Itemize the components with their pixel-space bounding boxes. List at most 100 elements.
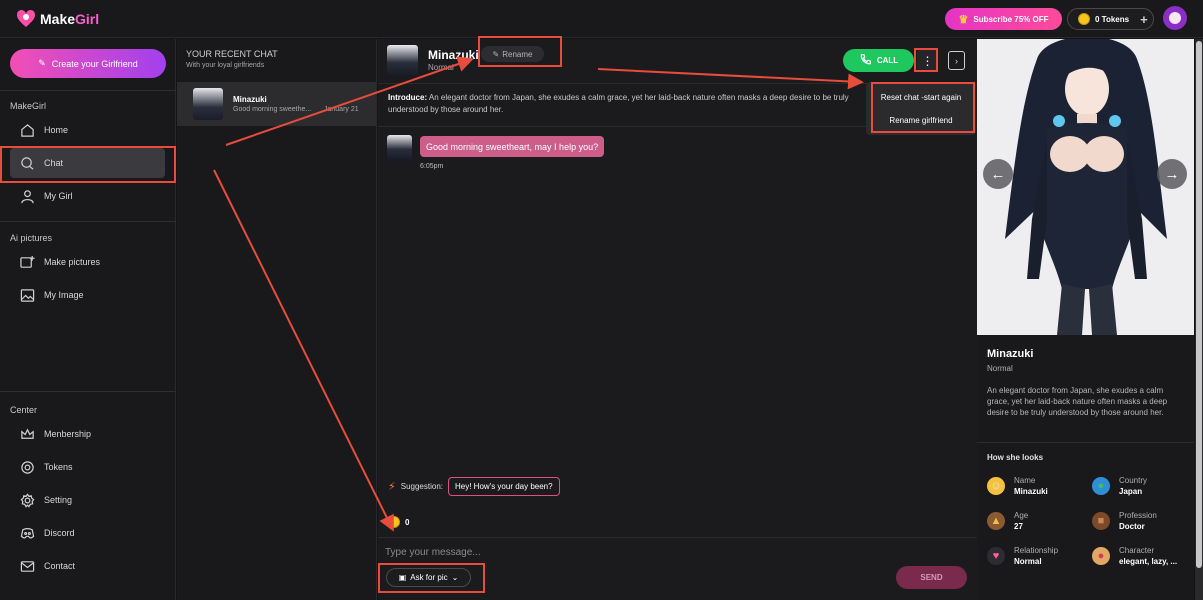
attribute-name: ☺ Name Minazuki [987,476,1087,506]
crown-icon: ♛ [958,13,969,26]
image-plus-icon [20,255,35,270]
sidebar-item-my-girl[interactable]: My Girl [10,181,165,211]
crown-icon [20,427,35,442]
call-button[interactable]: CALL [843,49,914,72]
chat-list-name: Minazuki [233,95,267,104]
coin-icon [1078,13,1090,25]
cake-icon: ▲ [987,512,1005,530]
suggestion-chip[interactable]: Hey! How's your day been? [448,477,560,496]
recent-chat-subtitle: With your loyal girlfriends [186,62,265,69]
pencil-icon: ✎ [492,49,500,59]
sidebar: ✎ Create your Girlfriend MakeGirl Home C… [0,39,176,600]
sidebar-item-discord[interactable]: Discord [10,518,165,548]
chat-list-item[interactable]: Minazuki Good morning sweethe... January… [177,82,376,126]
suggestion-label: Suggestion: [400,482,443,491]
message-bubble: Good morning sweetheart, may I help you? [420,136,605,157]
profile-description: An elegant doctor from Japan, she exudes… [987,386,1168,417]
recent-chat-title: YOUR RECENT CHAT [186,49,278,59]
avatar [387,135,412,161]
sidebar-item-home[interactable]: Home [10,115,165,145]
message-time: 6:05pm [420,163,444,170]
create-girlfriend-button[interactable]: ✎ Create your Girlfriend [10,49,166,78]
recent-chat-panel: YOUR RECENT CHAT With your loyal girlfri… [177,39,377,600]
phone-icon [859,53,872,68]
divider [977,442,1194,443]
rename-button[interactable]: ✎ Rename [481,46,544,62]
heart-logo-icon [16,9,36,29]
introduction: Introduce: An elegant doctor from Japan,… [388,93,849,114]
chat-list-date: January 21 [324,106,359,113]
chevron-down-icon: ⌄ [451,573,459,582]
logo-text: MakeGirl [40,11,100,27]
avatar[interactable] [387,45,418,77]
top-bar: MakeGirl ♛ Subscribe 75% OFF 0 Tokens + [0,0,1203,38]
section-label-makegirl: MakeGirl [10,101,47,111]
image-icon [20,288,35,303]
user-avatar[interactable] [1163,6,1187,30]
briefcase-icon: ■ [1092,512,1110,530]
logo[interactable]: MakeGirl [16,9,99,29]
plus-icon[interactable]: + [1140,12,1148,27]
divider [0,221,176,222]
character-image: ← → [977,39,1194,335]
scrollbar[interactable] [1195,39,1203,600]
section-label-center: Center [10,405,38,415]
subscribe-button[interactable]: ♛ Subscribe 75% OFF [945,8,1062,30]
avatar [193,88,223,120]
attribute-profession: ■ Profession Doctor [1092,511,1192,541]
more-options-icon[interactable]: ⋮ [917,49,938,72]
mail-icon [20,559,35,574]
discord-icon [20,526,35,541]
suggestion-row: ⚡ Suggestion: Hey! How's your day been? [388,477,560,496]
home-icon [20,123,35,138]
magic-wand-icon: ✎ [38,58,46,68]
options-menu: Reset chat -start again Rename girlfrien… [866,82,976,135]
coin-icon [20,460,35,475]
globe-icon: ● [1092,477,1110,495]
sidebar-item-make-pictures[interactable]: Make pictures [10,247,165,277]
attribute-character: ● Character elegant, lazy, ... [1092,546,1192,576]
menu-item-rename-girlfriend[interactable]: Rename girlfriend [866,109,976,131]
divider [378,537,977,538]
tokens-button[interactable]: 0 Tokens + [1067,8,1154,30]
chat-list-preview: Good morning sweethe... [233,106,312,113]
sidebar-item-tokens[interactable]: Tokens [10,452,165,482]
ask-for-pic-button[interactable]: ▣ Ask for pic ⌄ [386,568,471,587]
tokens-label: 0 Tokens [1095,14,1130,24]
profile-status: Normal [987,364,1013,373]
arrow-right-icon[interactable]: → [1157,159,1187,189]
send-button[interactable]: SEND [896,566,967,589]
gear-icon [20,492,35,508]
message-input[interactable] [385,544,865,560]
sidebar-item-chat[interactable]: Chat [10,148,165,178]
chat-header: Minazuki Normal ✎ Rename CALL ⋮ › [378,39,977,84]
attribute-country: ● Country Japan [1092,476,1192,506]
sidebar-item-membership[interactable]: Menbership [10,419,165,449]
profile-panel: ← → Minazuki Normal An elegant doctor fr… [977,39,1194,600]
chat-status: Normal [428,63,454,72]
section-label-ai-pictures: Ai pictures [10,233,53,243]
sidebar-item-contact[interactable]: Contact [10,551,165,581]
lightning-icon: ⚡ [388,481,396,493]
coin-icon [388,516,400,528]
menu-item-reset-chat[interactable]: Reset chat -start again [866,86,976,108]
face-icon: ☺ [987,477,1005,495]
chat-name: Minazuki [428,48,479,62]
hearts-icon: ♥ [987,547,1005,565]
toggle-panel-icon[interactable]: › [948,51,965,70]
scrollbar-thumb[interactable] [1196,41,1202,568]
divider [0,90,176,91]
looks-title: How she looks [987,453,1044,462]
sidebar-item-my-image[interactable]: My Image [10,280,165,310]
divider [0,391,176,392]
chat-icon [20,156,35,171]
token-count: 0 [388,516,409,528]
arrow-left-icon[interactable]: ← [983,159,1013,189]
profile-name: Minazuki [987,348,1034,360]
attribute-relationship: ♥ Relationship Normal [987,546,1087,576]
palette-icon: ● [1092,547,1110,565]
picture-icon: ▣ [398,573,407,582]
attribute-age: ▲ Age 27 [987,511,1087,541]
sidebar-item-setting[interactable]: Setting [10,485,165,515]
person-icon [20,189,35,204]
